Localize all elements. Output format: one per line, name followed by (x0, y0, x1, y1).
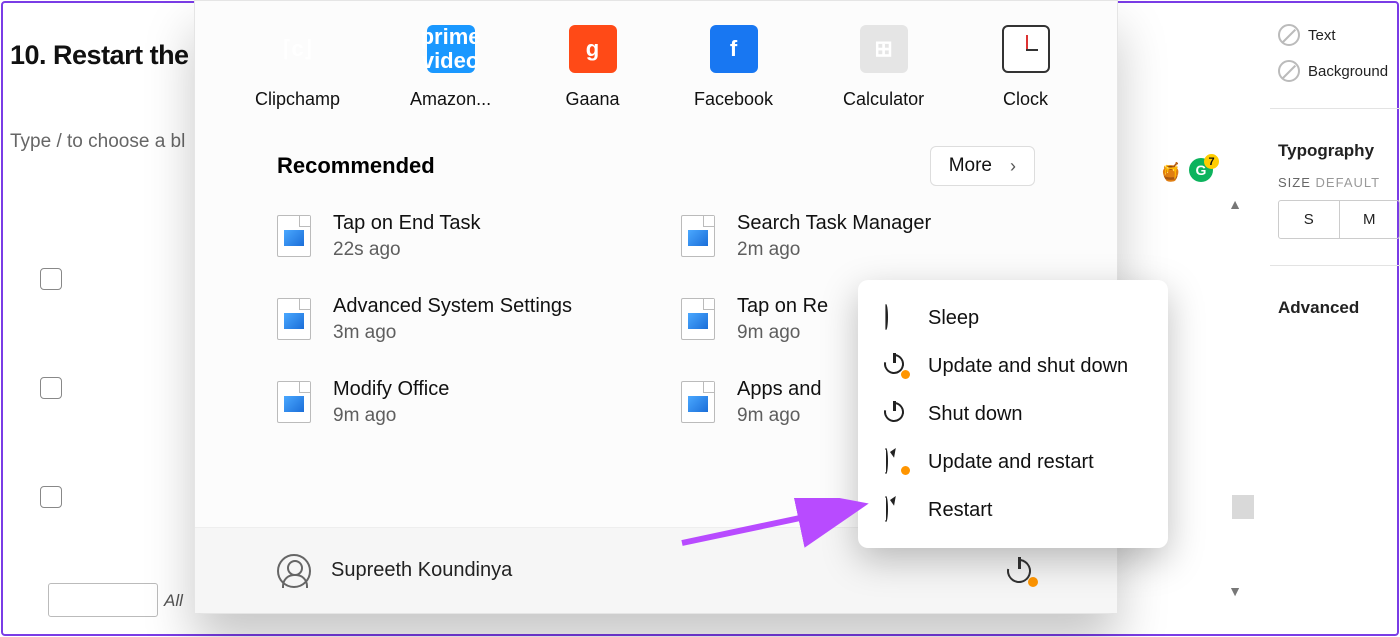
pinned-app-clock[interactable]: Clock (994, 25, 1057, 110)
file-image-icon (681, 381, 715, 423)
recommended-item[interactable]: Modify Office 9m ago (277, 378, 631, 427)
rec-time: 9m ago (737, 322, 828, 344)
power-update-icon (884, 354, 908, 378)
power-icon-line (1018, 557, 1021, 569)
all-label: All (164, 591, 183, 611)
menu-label: Update and shut down (928, 355, 1128, 378)
size-m-tab[interactable]: M (1340, 201, 1400, 238)
recommended-item[interactable]: Search Task Manager 2m ago (681, 212, 1035, 261)
recommended-item[interactable]: Advanced System Settings 3m ago (277, 295, 631, 344)
checkbox-item[interactable] (40, 377, 62, 399)
power-menu-shutdown[interactable]: Shut down (858, 390, 1168, 438)
gaana-icon: g (569, 25, 617, 73)
power-menu-sleep[interactable]: Sleep (858, 294, 1168, 342)
pinned-app-calculator[interactable]: ⊞ Calculator (843, 25, 924, 110)
opt-label: Text (1308, 27, 1336, 44)
size-tabs: S M (1278, 200, 1400, 239)
facebook-icon: f (710, 25, 758, 73)
sleep-icon (884, 306, 908, 330)
scroll-down-icon[interactable]: ▼ (1228, 583, 1242, 599)
checkbox-item[interactable] (40, 268, 62, 290)
pinned-app-amazon[interactable]: prime video Amazon... (410, 25, 491, 110)
slash-hint[interactable]: Type / to choose a bl (10, 131, 190, 153)
pinned-app-facebook[interactable]: f Facebook (694, 25, 773, 110)
file-image-icon (277, 381, 311, 423)
file-image-icon (277, 215, 311, 257)
avatar-icon (277, 554, 311, 588)
app-label: Clock (994, 89, 1057, 110)
none-swatch-icon (1278, 24, 1300, 46)
more-label: More (949, 155, 992, 177)
chevron-right-icon: › (1010, 156, 1016, 177)
pinned-app-clipchamp[interactable]: ⌈c⌋ Clipchamp (255, 25, 340, 110)
power-menu-restart[interactable]: Restart (858, 486, 1168, 534)
more-button[interactable]: More › (930, 146, 1035, 186)
rec-title: Modify Office (333, 378, 449, 401)
power-menu-update-restart[interactable]: Update and restart (858, 438, 1168, 486)
rec-title: Tap on End Task (333, 212, 481, 235)
color-background-option[interactable]: Background (1278, 60, 1400, 82)
scrollbar-thumb[interactable] (1232, 495, 1254, 519)
rec-time: 2m ago (737, 239, 931, 261)
notification-count: 7 (1204, 154, 1219, 169)
filter-input[interactable] (48, 583, 158, 617)
rec-time: 3m ago (333, 322, 572, 344)
pinned-app-gaana[interactable]: g Gaana (561, 25, 624, 110)
menu-label: Update and restart (928, 451, 1094, 474)
settings-sidebar: Text Background Typography SIZE DEFAULT … (1270, 0, 1400, 637)
none-swatch-icon (1278, 60, 1300, 82)
menu-label: Shut down (928, 403, 1023, 426)
app-label: Facebook (694, 89, 773, 110)
grammarly-tray[interactable]: G 7 (1189, 158, 1213, 182)
power-icon (884, 402, 908, 426)
clock-icon (1002, 25, 1050, 73)
opt-label: Background (1308, 63, 1388, 80)
rec-title: Tap on Re (737, 295, 828, 318)
app-label: Amazon... (410, 89, 491, 110)
rec-title: Apps and (737, 378, 822, 401)
checklist (40, 268, 62, 508)
recommended-item[interactable]: Tap on End Task 22s ago (277, 212, 631, 261)
calculator-icon: ⊞ (860, 25, 908, 73)
rec-time: 9m ago (737, 405, 822, 427)
file-image-icon (681, 298, 715, 340)
editor-left-pane: 10. Restart the Type / to choose a bl (0, 0, 200, 637)
recommended-heading: Recommended (277, 153, 435, 179)
tray-icon: 🍯 (1160, 162, 1182, 183)
power-button[interactable] (1007, 557, 1035, 585)
power-menu-update-shutdown[interactable]: Update and shut down (858, 342, 1168, 390)
checkbox-item[interactable] (40, 486, 62, 508)
restart-icon (884, 498, 908, 522)
update-badge-icon (1028, 577, 1038, 587)
power-menu: Sleep Update and shut down Shut down Upd… (858, 280, 1168, 548)
color-text-option[interactable]: Text (1278, 24, 1400, 46)
app-label: Clipchamp (255, 89, 340, 110)
prime-video-icon: prime video (427, 25, 475, 73)
size-label: SIZE DEFAULT (1278, 175, 1400, 190)
restart-update-icon (884, 450, 908, 474)
user-account-button[interactable]: Supreeth Koundinya (277, 554, 512, 588)
rec-title: Advanced System Settings (333, 295, 572, 318)
menu-label: Sleep (928, 307, 979, 330)
app-label: Gaana (561, 89, 624, 110)
file-image-icon (681, 215, 715, 257)
typography-heading: Typography (1278, 141, 1400, 161)
rec-time: 9m ago (333, 405, 449, 427)
advanced-heading: Advanced (1278, 298, 1400, 318)
rec-title: Search Task Manager (737, 212, 931, 235)
pinned-apps-row: ⌈c⌋ Clipchamp prime video Amazon... g Ga… (195, 1, 1117, 110)
article-heading: 10. Restart the (10, 40, 190, 71)
menu-label: Restart (928, 499, 992, 522)
file-image-icon (277, 298, 311, 340)
rec-time: 22s ago (333, 239, 481, 261)
app-label: Calculator (843, 89, 924, 110)
scroll-up-icon[interactable]: ▲ (1228, 196, 1242, 212)
size-s-tab[interactable]: S (1279, 201, 1340, 238)
user-name: Supreeth Koundinya (331, 559, 512, 582)
clipchamp-icon: ⌈c⌋ (274, 25, 322, 73)
